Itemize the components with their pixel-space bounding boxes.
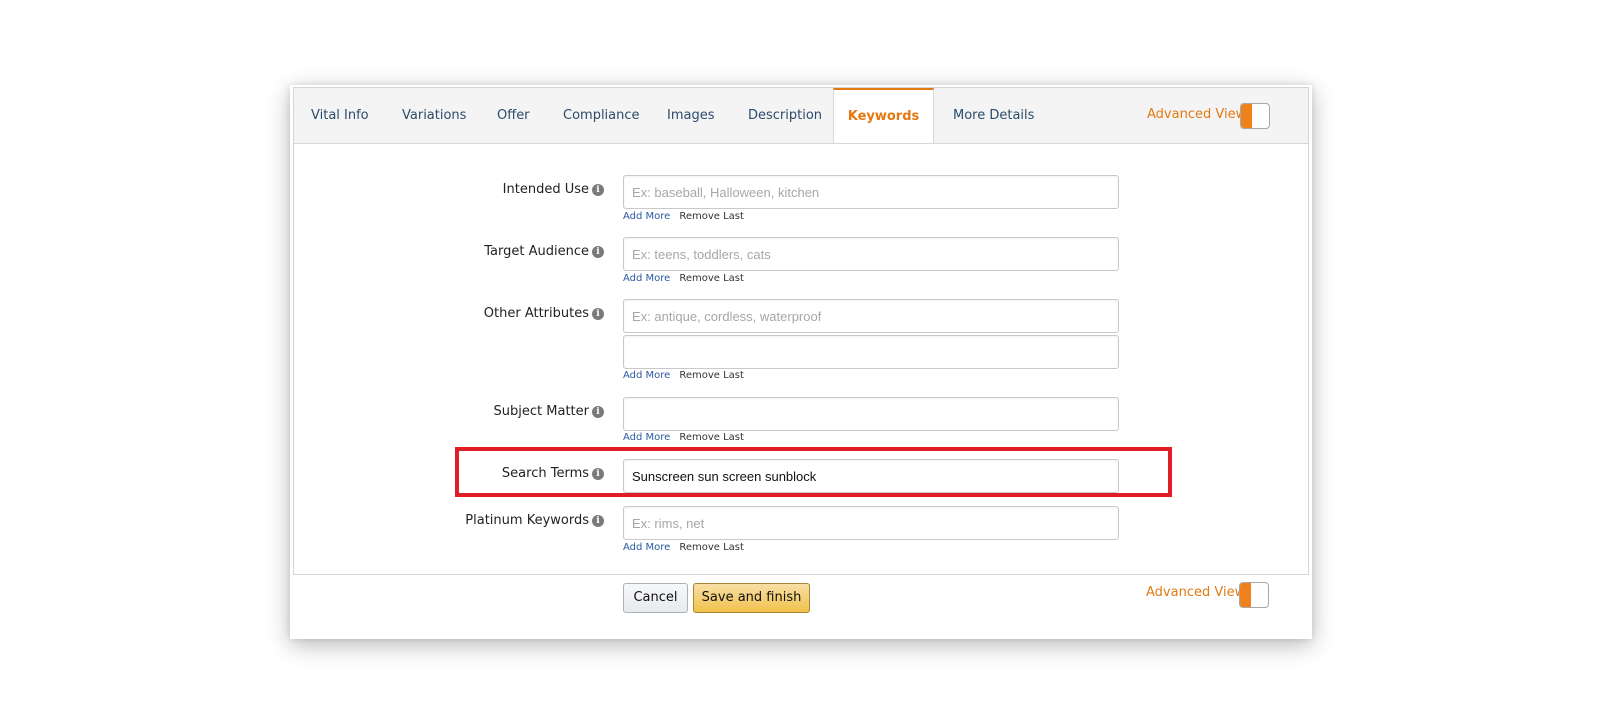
tab-keywords[interactable]: Keywords <box>833 88 934 143</box>
remove-last-link[interactable]: Remove Last <box>679 211 744 222</box>
subject-matter-label: Subject Matter i <box>494 404 604 419</box>
tab-vital-info[interactable]: Vital Info <box>311 88 369 143</box>
remove-last-link[interactable]: Remove Last <box>679 370 744 381</box>
keywords-panel: Vital Info Variations Offer Compliance I… <box>293 87 1309 575</box>
intended-use-row-label: Intended Use i <box>294 182 604 202</box>
info-icon[interactable]: i <box>592 184 604 196</box>
tab-offer[interactable]: Offer <box>497 88 530 143</box>
subject-matter-links: Add More Remove Last <box>623 432 744 443</box>
toggle-on-indicator <box>1240 583 1251 607</box>
tab-variations[interactable]: Variations <box>402 88 466 143</box>
info-icon[interactable]: i <box>592 406 604 418</box>
other-attributes-label: Other Attributes i <box>484 306 604 321</box>
product-edit-card: Vital Info Variations Offer Compliance I… <box>290 85 1312 639</box>
intended-use-label-text: Intended Use <box>502 182 589 197</box>
platinum-keywords-row-label: Platinum Keywords i <box>294 513 604 533</box>
subject-matter-input[interactable] <box>623 397 1119 431</box>
search-terms-highlight-box <box>455 447 1172 497</box>
add-more-link[interactable]: Add More <box>623 432 670 443</box>
platinum-keywords-label-text: Platinum Keywords <box>465 513 589 528</box>
toggle-on-indicator <box>1241 104 1252 128</box>
target-audience-label-text: Target Audience <box>484 244 589 259</box>
advanced-view-toggle-top[interactable] <box>1240 103 1270 129</box>
target-audience-links: Add More Remove Last <box>623 273 744 284</box>
info-icon[interactable]: i <box>592 246 604 258</box>
other-attributes-label-text: Other Attributes <box>483 306 589 321</box>
info-icon[interactable]: i <box>592 515 604 527</box>
tab-compliance[interactable]: Compliance <box>563 88 640 143</box>
tab-bar: Vital Info Variations Offer Compliance I… <box>294 88 1308 144</box>
target-audience-input[interactable] <box>623 237 1119 271</box>
platinum-keywords-label: Platinum Keywords i <box>465 513 604 528</box>
remove-last-link[interactable]: Remove Last <box>679 273 744 284</box>
add-more-link[interactable]: Add More <box>623 542 670 553</box>
other-attributes-links: Add More Remove Last <box>623 370 744 381</box>
subject-matter-label-text: Subject Matter <box>493 404 589 419</box>
advanced-view-label-top[interactable]: Advanced View <box>1147 107 1246 122</box>
platinum-keywords-links: Add More Remove Last <box>623 542 744 553</box>
advanced-view-toggle-bottom[interactable] <box>1239 582 1269 608</box>
remove-last-link[interactable]: Remove Last <box>679 542 744 553</box>
target-audience-row-label: Target Audience i <box>294 244 604 264</box>
subject-matter-row-label: Subject Matter i <box>294 404 604 424</box>
tab-images[interactable]: Images <box>667 88 715 143</box>
info-icon[interactable]: i <box>592 308 604 320</box>
tab-description[interactable]: Description <box>748 88 822 143</box>
intended-use-label: Intended Use i <box>503 182 604 197</box>
add-more-link[interactable]: Add More <box>623 211 670 222</box>
cancel-button[interactable]: Cancel <box>623 583 688 613</box>
add-more-link[interactable]: Add More <box>623 370 670 381</box>
target-audience-label: Target Audience i <box>484 244 604 259</box>
save-and-finish-button[interactable]: Save and finish <box>693 583 810 613</box>
add-more-link[interactable]: Add More <box>623 273 670 284</box>
other-attributes-input-2[interactable] <box>623 335 1119 369</box>
tab-more-details[interactable]: More Details <box>953 88 1034 143</box>
platinum-keywords-input[interactable] <box>623 506 1119 540</box>
other-attributes-row-label: Other Attributes i <box>294 306 604 326</box>
advanced-view-label-bottom[interactable]: Advanced View <box>1146 585 1245 600</box>
intended-use-input[interactable] <box>623 175 1119 209</box>
other-attributes-input-1[interactable] <box>623 299 1119 333</box>
remove-last-link[interactable]: Remove Last <box>679 432 744 443</box>
intended-use-links: Add More Remove Last <box>623 211 744 222</box>
